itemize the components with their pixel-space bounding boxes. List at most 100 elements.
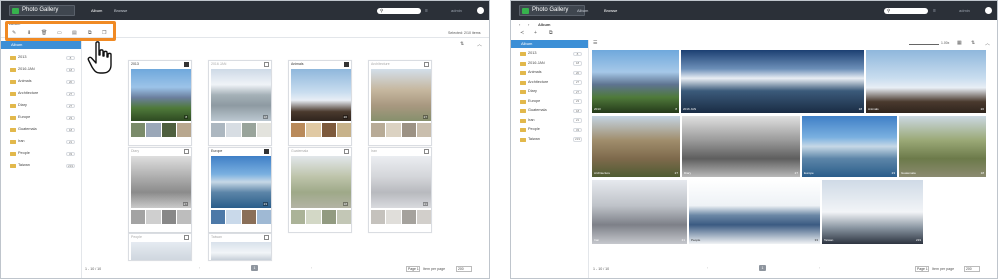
sidebar-item-iran[interactable]: Iran 21 [1,137,81,147]
sidebar-header[interactable]: Album [1,41,81,49]
sidebar-item-2013[interactable]: 2013 8 [511,49,588,59]
sidebar-item-people[interactable]: People 33 [1,149,81,159]
back-icon[interactable]: ‹ [519,22,520,27]
user-name[interactable]: admin [451,8,462,13]
album-checkbox[interactable] [264,235,269,240]
album-checkbox[interactable] [424,149,429,154]
album-card[interactable]: Guatemala 18 [288,147,352,233]
album-card[interactable]: Architecture 27 [368,60,432,146]
album-card[interactable]: Animals 20 [288,60,352,146]
per-page-select[interactable]: 200 [964,266,980,272]
sidebar-item-iran[interactable]: Iran 21 [511,116,588,126]
sidebar-item-animals[interactable]: Animals 20 [511,68,588,78]
album-card[interactable]: Iran 21 [368,147,432,233]
item-count: 23 [66,115,75,120]
album-title: 2013 [131,62,139,66]
copy-icon[interactable]: ⧉ [549,30,553,36]
sidebar-item-people[interactable]: People 33 [511,125,588,135]
sidebar-item-diary[interactable]: Diary 27 [1,101,81,111]
photo-tile[interactable]: Guatemala 18 [898,115,987,178]
sidebar-item-taiwan[interactable]: Taiwan 219 [1,161,81,171]
toolbar-highlight [5,21,116,41]
forward-icon[interactable]: › [528,22,529,27]
album-card[interactable]: Taiwan [208,233,272,261]
album-checkbox[interactable] [424,62,429,67]
album-checkbox[interactable] [184,62,189,67]
folder-icon [10,104,16,108]
avatar[interactable] [477,7,484,14]
sidebar-item-architecture[interactable]: Architecture 27 [511,78,588,88]
photo-tile[interactable]: 2016 JAN 18 [680,49,865,114]
sidebar-item-guatemala[interactable]: Guatemala 18 [1,125,81,135]
menu-icon[interactable]: ☰ [593,40,597,46]
collapse-icon[interactable]: ︿ [985,40,990,47]
page-number-button[interactable]: 1 [759,265,766,271]
photo-tile[interactable]: Animals 20 [865,49,987,114]
tile-caption: 2016 JAN [683,107,697,111]
photo-tile[interactable]: Taiwan 219 [821,179,924,245]
app-logo[interactable]: Photo Gallery [9,5,75,16]
sidebar-item-architecture[interactable]: Architecture 27 [1,89,81,99]
sidebar-item-taiwan[interactable]: Taiwan 219 [511,135,588,145]
album-card[interactable]: 2013 8 [128,60,192,146]
album-checkbox[interactable] [264,62,269,67]
filter-icon[interactable]: ≡ [933,8,936,14]
grid-view-icon[interactable]: ▦ [957,40,962,46]
app-logo[interactable]: Photo Gallery [519,5,585,16]
sidebar-item-europe[interactable]: Europe 23 [1,113,81,123]
sidebar-item-animals[interactable]: Animals 20 [1,77,81,87]
sidebar-item-guatemala[interactable]: Guatemala 18 [511,106,588,116]
nav-browse[interactable]: Browse [114,8,127,13]
album-checkbox[interactable] [344,62,349,67]
album-checkbox[interactable] [184,149,189,154]
sort-icon[interactable]: ⇅ [971,40,975,46]
share-icon[interactable]: ≺ [520,30,524,36]
sidebar-item-2016-jan[interactable]: 2016 JAN 18 [1,65,81,75]
album-cover [211,156,271,208]
photo-tile[interactable]: Architecture 27 [591,115,681,178]
sidebar-item-2013[interactable]: 2013 8 [1,53,81,63]
album-checkbox[interactable] [344,149,349,154]
nav-album[interactable]: Album [577,8,588,13]
sidebar-item-diary[interactable]: Diary 27 [511,87,588,97]
photo-tile[interactable]: Diary 27 [681,115,801,178]
prev-page-icon[interactable]: ‹ [199,266,200,270]
search-input[interactable]: ⚲ [884,8,928,14]
album-checkbox[interactable] [264,149,269,154]
album-cover [291,69,351,121]
sort-icon[interactable]: ⇅ [460,41,464,47]
photo-tile[interactable]: 2013 8 [591,49,680,114]
album-thumbnails [211,210,271,224]
user-name[interactable]: admin [959,8,970,13]
nav-album[interactable]: Album [91,8,102,13]
next-page-icon[interactable]: › [311,266,312,270]
zoom-slider[interactable] [909,44,939,45]
per-page-select[interactable]: 200 [456,266,472,272]
sidebar-header[interactable]: Album [511,40,588,48]
sidebar-item-2016-jan[interactable]: 2016 JAN 18 [511,59,588,69]
album-card[interactable]: People [128,233,192,261]
photo-tile[interactable]: Europe 23 [801,115,898,178]
page-select[interactable]: Page 1 [406,266,420,272]
page-select[interactable]: Page 1 [915,266,929,272]
album-cover [131,156,191,208]
filter-icon[interactable]: ≡ [425,8,428,14]
add-icon[interactable]: + [534,30,537,36]
album-checkbox[interactable] [184,235,189,240]
album-card[interactable]: Diary 27 [128,147,192,233]
search-input[interactable]: ⚲ [377,8,421,14]
photo-tile[interactable]: People 33 [688,179,821,245]
album-title: Animals [291,62,304,66]
album-card[interactable]: 2016 JAN 18 [208,60,272,146]
photo-tile[interactable]: Iran 21 [591,179,688,245]
prev-page-icon[interactable]: ‹ [707,266,708,270]
sidebar-item-europe[interactable]: Europe 23 [511,97,588,107]
album-card[interactable]: Europe 23 [208,147,272,233]
nav-browse[interactable]: Browse [604,8,617,13]
album-title: Europe [211,149,223,153]
next-page-icon[interactable]: › [819,266,820,270]
page-number-button[interactable]: 1 [251,265,258,271]
folder-icon [520,71,526,75]
avatar[interactable] [985,7,992,14]
collapse-icon[interactable]: ︿ [477,41,482,48]
